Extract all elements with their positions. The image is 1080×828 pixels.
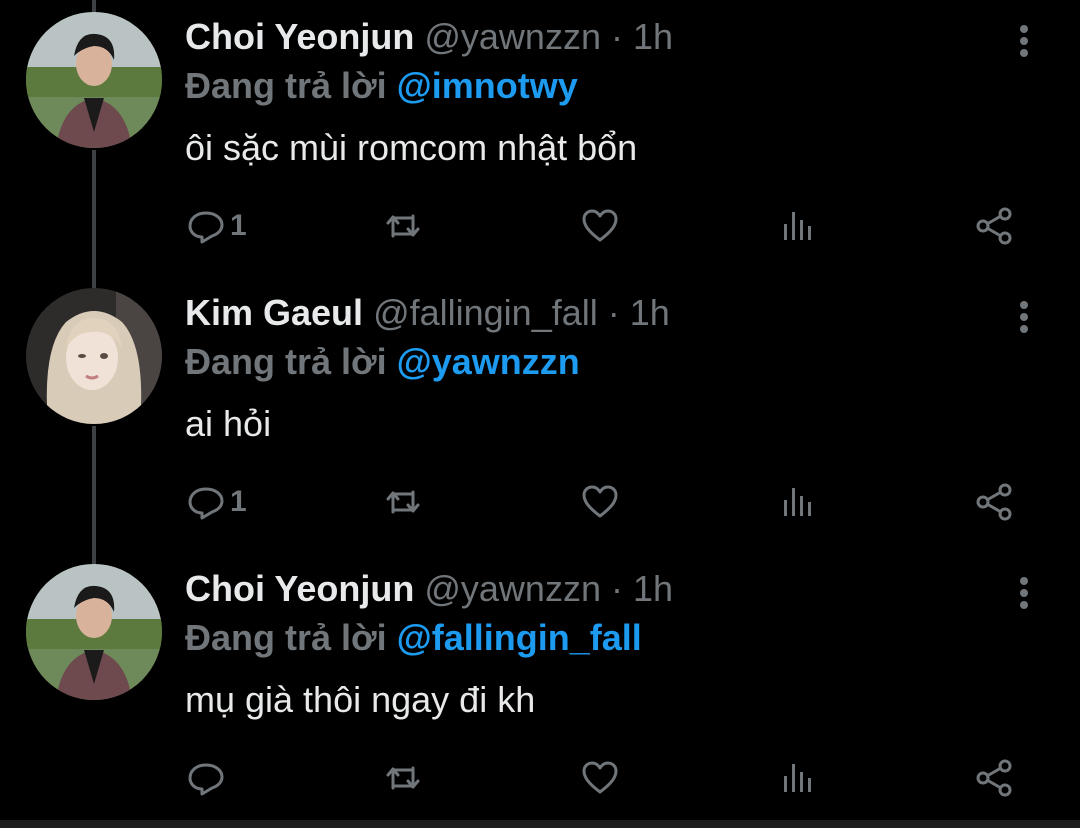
tweet[interactable]: Choi Yeonjun @yawnzzn · 1h Đang trả lời … xyxy=(0,552,1080,828)
tweet-header: Choi Yeonjun @yawnzzn · 1h xyxy=(185,566,673,612)
more-options-icon[interactable] xyxy=(1008,22,1040,62)
like-button[interactable] xyxy=(580,204,620,248)
tweet-header: Choi Yeonjun @yawnzzn · 1h xyxy=(185,14,673,60)
avatar[interactable] xyxy=(26,12,162,148)
replying-to: Đang trả lời @yawnzzn xyxy=(185,339,580,385)
mention-link[interactable]: @fallingin_fall xyxy=(397,617,642,658)
tweet-header: Kim Gaeul @fallingin_fall · 1h xyxy=(185,290,670,336)
separator-dot: · xyxy=(610,568,623,609)
like-icon xyxy=(582,761,618,794)
tweet-text: mụ già thôi ngay đi kh xyxy=(185,679,536,720)
like-icon xyxy=(582,485,618,518)
replying-prefix: Đang trả lời xyxy=(185,341,387,382)
reply-button[interactable]: 1 xyxy=(186,480,247,524)
author-handle[interactable]: @yawnzzn xyxy=(424,16,601,57)
replying-prefix: Đang trả lời xyxy=(185,65,387,106)
reply-icon xyxy=(188,763,224,796)
author-name[interactable]: Kim Gaeul xyxy=(185,292,363,333)
like-icon xyxy=(582,209,618,242)
views-button[interactable] xyxy=(777,204,817,248)
tweet[interactable]: Choi Yeonjun @yawnzzn · 1h Đang trả lời … xyxy=(0,0,1080,276)
views-button[interactable] xyxy=(777,480,817,524)
replying-to: Đang trả lời @fallingin_fall xyxy=(185,615,642,661)
retweet-icon xyxy=(386,214,420,238)
reply-icon xyxy=(188,211,224,244)
tweet-text: ôi sặc mùi romcom nhật bổn xyxy=(185,127,638,168)
avatar[interactable] xyxy=(26,564,162,700)
replying-to: Đang trả lời @imnotwy xyxy=(185,63,578,109)
replying-prefix: Đang trả lời xyxy=(185,617,387,658)
share-icon xyxy=(976,759,1012,797)
mention-link[interactable]: @yawnzzn xyxy=(397,341,580,382)
bottom-divider xyxy=(0,820,1080,828)
share-button[interactable] xyxy=(974,480,1014,524)
author-name[interactable]: Choi Yeonjun xyxy=(185,16,414,57)
views-icon xyxy=(784,212,811,240)
avatar[interactable] xyxy=(26,288,162,424)
retweet-icon xyxy=(386,490,420,514)
reply-count: 1 xyxy=(230,209,247,242)
views-icon xyxy=(784,488,811,516)
mention-link[interactable]: @imnotwy xyxy=(397,65,578,106)
reply-button[interactable] xyxy=(186,756,230,800)
reply-icon xyxy=(188,487,224,520)
author-handle[interactable]: @yawnzzn xyxy=(424,568,601,609)
reply-button[interactable]: 1 xyxy=(186,204,247,248)
tweet[interactable]: Kim Gaeul @fallingin_fall · 1h Đang trả … xyxy=(0,276,1080,552)
timestamp[interactable]: 1h xyxy=(633,16,673,57)
reply-count: 1 xyxy=(230,485,247,518)
author-name[interactable]: Choi Yeonjun xyxy=(185,568,414,609)
author-handle[interactable]: @fallingin_fall xyxy=(373,292,598,333)
like-button[interactable] xyxy=(580,480,620,524)
share-icon xyxy=(976,207,1012,245)
separator-dot: · xyxy=(610,16,623,57)
more-options-icon[interactable] xyxy=(1008,298,1040,338)
views-icon xyxy=(784,764,811,792)
retweet-button[interactable] xyxy=(383,204,423,248)
share-button[interactable] xyxy=(974,204,1014,248)
share-button[interactable] xyxy=(974,756,1014,800)
views-button[interactable] xyxy=(777,756,817,800)
tweet-text: ai hỏi xyxy=(185,403,272,444)
retweet-button[interactable] xyxy=(383,480,423,524)
like-button[interactable] xyxy=(580,756,620,800)
retweet-button[interactable] xyxy=(383,756,423,800)
timestamp[interactable]: 1h xyxy=(633,568,673,609)
share-icon xyxy=(976,483,1012,521)
more-options-icon[interactable] xyxy=(1008,574,1040,614)
timestamp[interactable]: 1h xyxy=(630,292,670,333)
retweet-icon xyxy=(386,766,420,790)
separator-dot: · xyxy=(607,292,620,333)
